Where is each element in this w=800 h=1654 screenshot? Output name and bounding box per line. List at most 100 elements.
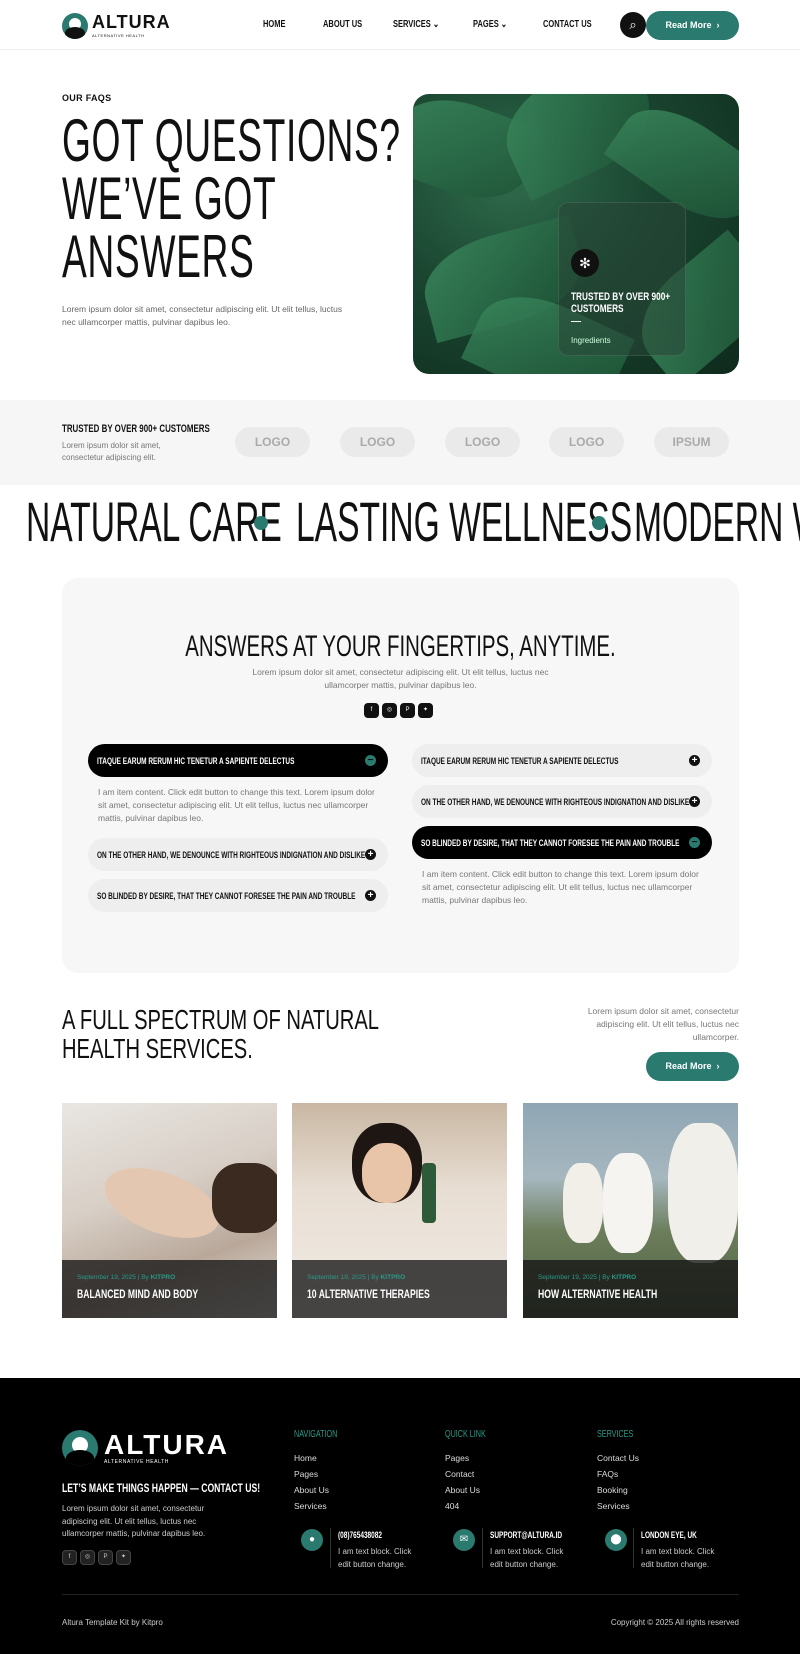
card-title[interactable]: BALANCED MIND AND BODY — [77, 1287, 198, 1301]
footer-link-services[interactable]: Services — [294, 1501, 327, 1511]
services-text: Lorem ipsum dolor sit amet, consectetur … — [587, 1006, 739, 1042]
marquee-word: MODERN WE — [634, 492, 800, 552]
card-author[interactable]: KITPRO — [151, 1274, 176, 1281]
contact-address-text: I am text block. Click edit button chang… — [641, 1547, 715, 1569]
divider — [571, 321, 581, 322]
services-title: A FULL SPECTRUM OF NATURAL HEALTH SERVIC… — [62, 1005, 379, 1063]
plus-circle-icon: + — [365, 849, 376, 860]
nav-home[interactable]: HOME — [263, 19, 286, 30]
card-photo — [563, 1163, 603, 1243]
faq-title-wrap: ANSWERS AT YOUR FINGERTIPS, ANYTIME. — [62, 630, 739, 664]
logo-sub: ALTERNATIVE HEALTH — [92, 33, 145, 38]
dot-icon — [592, 516, 606, 530]
header-read-more-label: Read More — [665, 20, 712, 30]
search-icon[interactable]: ⌕ — [620, 12, 646, 38]
pinterest-icon[interactable]: P — [400, 703, 415, 718]
hero-text: Lorem ipsum dolor sit amet, consectetur … — [62, 304, 343, 327]
hero-title-line-3: ANSWERS — [62, 223, 255, 290]
divider — [330, 1528, 331, 1568]
nav-about[interactable]: ABOUT US — [323, 19, 362, 30]
facebook-icon[interactable]: f — [364, 703, 379, 718]
footer-divider — [62, 1594, 739, 1595]
hero-leaf-image: ✻ TRUSTED BY OVER 900+ CUSTOMERS Ingredi… — [413, 94, 739, 374]
nav-contact[interactable]: CONTACT US — [543, 19, 592, 30]
footer-link-home[interactable]: Home — [294, 1453, 317, 1463]
microphone-icon: ● — [301, 1529, 323, 1551]
client-logo: IPSUM — [654, 427, 729, 457]
nav-pages[interactable]: PAGES ⌄ — [473, 19, 507, 30]
footer-link-about[interactable]: About Us — [294, 1485, 329, 1495]
nav-pages-label: PAGES — [473, 19, 499, 30]
footer-logo[interactable]: ALTURA ALTERNATIVE HEALTH — [62, 1430, 229, 1466]
chevron-right-icon: › — [714, 20, 720, 30]
footer-link-booking[interactable]: Booking — [597, 1485, 628, 1495]
faq-text: Lorem ipsum dolor sit amet, consectetur … — [252, 667, 549, 690]
faq-item-left-1[interactable]: ITAQUE EARUM RERUM HIC TENETUR A SAPIENT… — [88, 744, 388, 777]
contact-email[interactable]: SUPPORT@ALTURA.ID — [490, 1530, 562, 1540]
faq-question: SO BLINDED BY DESIRE, THAT THEY CANNOT F… — [97, 891, 356, 901]
card-author[interactable]: KITPRO — [381, 1274, 406, 1281]
footer-copyright: Copyright © 2025 All rights reserved — [610, 1618, 739, 1627]
footer-nav-heading: NAVIGATION — [294, 1429, 338, 1440]
pinterest-icon[interactable]: P — [98, 1550, 113, 1565]
trust-card-sub: Ingredients — [571, 336, 611, 345]
hero-label: OUR FAQS — [62, 93, 112, 103]
faq-item-left-2[interactable]: ON THE OTHER HAND, WE DENOUNCE WITH RIGH… — [88, 838, 388, 871]
plus-circle-icon: + — [689, 755, 700, 766]
card-overlay: September 19, 2025 | By KITPRO BALANCED … — [62, 1260, 277, 1318]
clients-strip: TRUSTED BY OVER 900+ CUSTOMERS Lorem ips… — [0, 400, 800, 485]
faq-item-right-3[interactable]: SO BLINDED BY DESIRE, THAT THEY CANNOT F… — [412, 826, 712, 859]
faq-item-right-1[interactable]: ITAQUE EARUM RERUM HIC TENETUR A SAPIENT… — [412, 744, 712, 777]
nav-services-label: SERVICES — [393, 19, 431, 30]
footer-link-services[interactable]: Services — [597, 1501, 630, 1511]
divider — [633, 1528, 634, 1568]
twitter-icon[interactable]: ✦ — [116, 1550, 131, 1565]
chevron-down-icon: ⌄ — [500, 19, 508, 30]
instagram-icon[interactable]: ◎ — [80, 1550, 95, 1565]
service-card[interactable]: September 19, 2025 | By KITPRO HOW ALTER… — [523, 1103, 738, 1318]
hero-title: GOT QUESTIONS? WE’VE GOT ANSWERS — [62, 107, 401, 290]
minus-circle-icon: − — [365, 755, 376, 766]
card-title[interactable]: 10 ALTERNATIVE THERAPIES — [307, 1287, 430, 1301]
faq-social-links: f ◎ P ✦ — [364, 703, 433, 718]
logo-icon — [62, 1430, 98, 1466]
faq-question: ON THE OTHER HAND, WE DENOUNCE WITH RIGH… — [97, 850, 366, 860]
header-read-more-button[interactable]: Read More › — [646, 11, 739, 40]
footer-link-contact[interactable]: Contact — [445, 1469, 474, 1479]
client-logo: LOGO — [340, 427, 415, 457]
instagram-icon[interactable]: ◎ — [382, 703, 397, 718]
footer-link-contact-us[interactable]: Contact Us — [597, 1453, 639, 1463]
footer-link-about[interactable]: About Us — [445, 1485, 480, 1495]
footer-quick-heading: QUICK LINK — [445, 1429, 486, 1440]
contact-phone[interactable]: (08)765438082 — [338, 1530, 382, 1540]
faq-item-left-3[interactable]: SO BLINDED BY DESIRE, THAT THEY CANNOT F… — [88, 879, 388, 912]
contact-address: LONDON EYE, UK — [641, 1530, 697, 1540]
service-card[interactable]: September 19, 2025 | By KITPRO BALANCED … — [62, 1103, 277, 1318]
trust-card: ✻ TRUSTED BY OVER 900+ CUSTOMERS Ingredi… — [558, 202, 686, 356]
faq-item-right-2[interactable]: ON THE OTHER HAND, WE DENOUNCE WITH RIGH… — [412, 785, 712, 818]
card-title[interactable]: HOW ALTERNATIVE HEALTH — [538, 1287, 657, 1301]
card-date: September 19, 2025 | By — [77, 1274, 149, 1281]
card-meta: September 19, 2025 | By KITPRO — [307, 1274, 405, 1281]
footer-social-links: f ◎ P ✦ — [62, 1550, 131, 1565]
footer-link-pages[interactable]: Pages — [445, 1453, 469, 1463]
footer-link-faqs[interactable]: FAQs — [597, 1469, 618, 1479]
hero-title-line-1: GOT QUESTIONS? — [62, 107, 401, 174]
nav-services[interactable]: SERVICES ⌄ — [393, 19, 439, 30]
footer-tagline: LET’S MAKE THINGS HAPPEN — CONTACT US! — [62, 1481, 261, 1495]
card-meta: September 19, 2025 | By KITPRO — [538, 1274, 636, 1281]
facebook-icon[interactable]: f — [62, 1550, 77, 1565]
site-footer: ALTURA ALTERNATIVE HEALTH LET’S MAKE THI… — [0, 1378, 800, 1654]
service-card[interactable]: September 19, 2025 | By KITPRO 10 ALTERN… — [292, 1103, 507, 1318]
clients-text: Lorem ipsum dolor sit amet, consectetur … — [62, 441, 161, 462]
footer-link-pages[interactable]: Pages — [294, 1469, 318, 1479]
trust-card-title: TRUSTED BY OVER 900+ CUSTOMERS — [571, 291, 671, 315]
card-author[interactable]: KITPRO — [612, 1274, 637, 1281]
card-overlay: September 19, 2025 | By KITPRO 10 ALTERN… — [292, 1260, 507, 1318]
client-logo: LOGO — [445, 427, 520, 457]
services-read-more-button[interactable]: Read More › — [646, 1052, 739, 1081]
footer-credit[interactable]: Altura Template Kit by Kitpro — [62, 1618, 163, 1627]
logo[interactable]: ALTURA ALTERNATIVE HEALTH — [62, 13, 171, 39]
twitter-icon[interactable]: ✦ — [418, 703, 433, 718]
footer-link-404[interactable]: 404 — [445, 1501, 459, 1511]
